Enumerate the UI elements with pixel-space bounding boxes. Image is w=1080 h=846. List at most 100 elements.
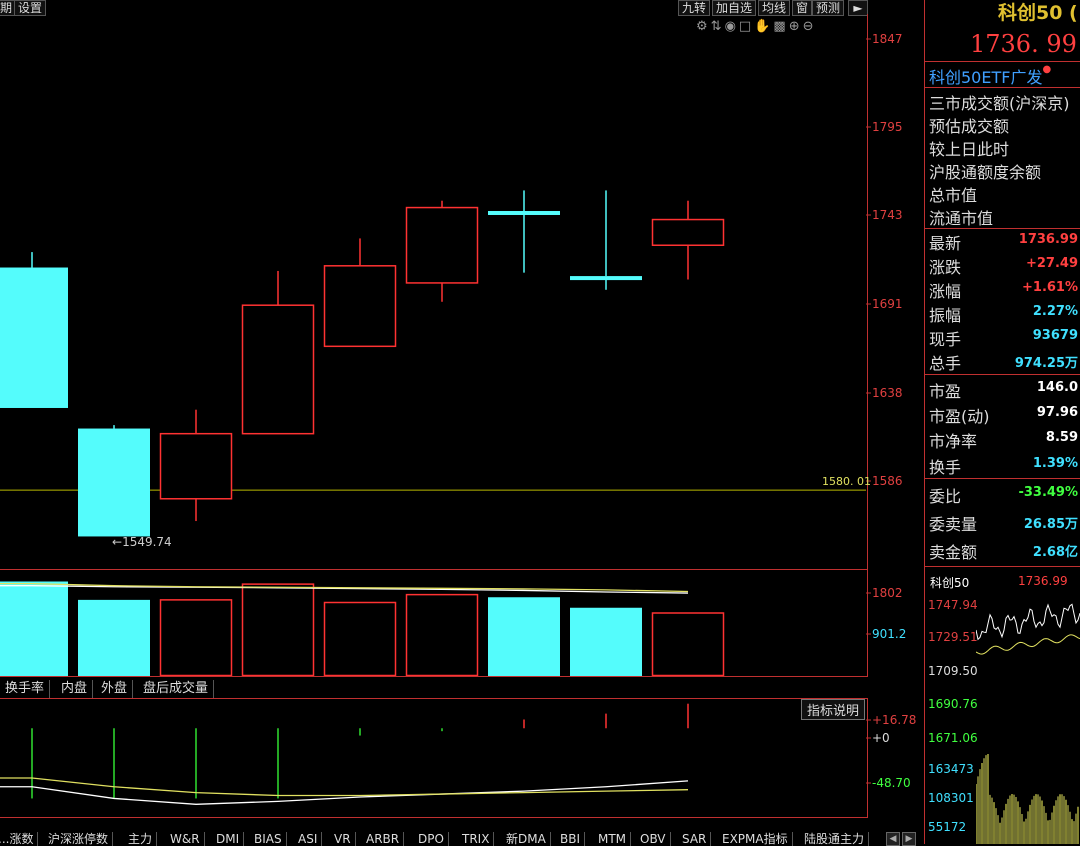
quote-label-total-hand: 总手 — [929, 354, 962, 373]
quote-value-change: +27.49 — [1025, 256, 1078, 271]
low-marker-label: ←1549.74 — [112, 535, 172, 549]
info-vs-yesterday: 较上日此时 — [929, 140, 1010, 159]
info-total-mcap: 总市值 — [929, 186, 978, 205]
candle-body — [241, 304, 315, 435]
mini-tick-1: 1747.94 — [928, 598, 978, 612]
info-estimated-turnover: 预估成交额 — [929, 117, 1010, 136]
val-value-pb: 8.59 — [1045, 430, 1078, 445]
val-label-pe: 市盈 — [929, 382, 962, 401]
quote-value-current-hand: 93679 — [1032, 328, 1078, 343]
quote-divider — [925, 374, 1080, 375]
y-tick-1638: 1638 — [872, 386, 903, 400]
y-tick-1586: 1586 — [872, 474, 903, 488]
y-tick-1743: 1743 — [872, 208, 903, 222]
ind-tick-high: +16.78 — [872, 713, 917, 727]
mini-avg-line — [976, 634, 1080, 655]
intraday-mini-chart[interactable] — [976, 590, 1080, 844]
order-divider — [925, 566, 1080, 567]
info-float-mcap: 流通市值 — [929, 209, 994, 228]
mini-tick-3: 1709.50 — [928, 664, 978, 678]
ind-tick-zero: +0 — [872, 731, 890, 745]
tab-inner-disk[interactable]: 内盘 — [56, 680, 94, 698]
volume-chart[interactable] — [0, 571, 866, 676]
quote-label-amplitude: 振幅 — [929, 306, 962, 325]
candle — [159, 409, 233, 522]
indicator-line-white — [0, 780, 689, 805]
candle-body — [488, 210, 560, 215]
val-label-pe-dyn: 市盈(动) — [929, 407, 990, 426]
indicator-chart[interactable] — [0, 699, 866, 816]
val-value-turnover: 1.39% — [1032, 456, 1078, 471]
info-quota-balance: 沪股通额度余额 — [929, 163, 1042, 182]
y-tick-1795: 1795 — [872, 120, 903, 134]
info-market-turnover: 三市成交额(沪深京) — [929, 94, 1070, 113]
order-value-sell-amount: 2.68亿 — [1032, 545, 1078, 560]
quote-value-latest: 1736.99 — [1018, 232, 1078, 247]
index-price: 1736. 99 — [970, 30, 1077, 58]
candle-body — [405, 206, 479, 284]
quote-label-latest: 最新 — [929, 234, 962, 253]
order-label-ratio: 委比 — [929, 487, 962, 506]
candle-body — [570, 276, 642, 281]
volume-bar — [651, 612, 725, 676]
candle — [0, 252, 68, 408]
quote-label-current-hand: 现手 — [929, 330, 962, 349]
tab-turnover[interactable]: 换手率 — [0, 680, 51, 698]
valuation-divider — [925, 478, 1080, 479]
mini-tick-2: 1729.51 — [928, 630, 978, 644]
vol-tick-901: 901.2 — [872, 627, 907, 641]
volume-bar — [488, 597, 560, 676]
info-divider — [925, 228, 1080, 229]
y-tick-1691: 1691 — [872, 297, 903, 311]
volume-bar — [78, 599, 150, 676]
ind-tick-low: -48.70 — [872, 776, 911, 790]
vol-tick-1802: 1802 — [872, 586, 903, 600]
val-value-pe: 146.0 — [1036, 380, 1078, 395]
candle — [323, 238, 397, 348]
tab-after-hours-volume[interactable]: 盘后成交量 — [138, 680, 215, 698]
etf-label[interactable]: 科创50ETF广发● — [929, 64, 1051, 88]
tab-outer-disk[interactable]: 外盘 — [96, 680, 134, 698]
candle — [488, 190, 560, 273]
candle — [241, 270, 315, 435]
volume-bar — [0, 581, 68, 676]
order-value-sell-volume: 26.85万 — [1023, 517, 1078, 532]
quote-label-pct: 涨幅 — [929, 282, 962, 301]
order-label-sell-amount: 卖金额 — [929, 543, 978, 562]
quote-value-pct: +1.61% — [1022, 280, 1078, 295]
order-value-ratio: -33.49% — [1018, 485, 1078, 500]
quote-value-total-hand: 974.25万 — [1014, 356, 1078, 371]
volume-bar — [159, 599, 233, 676]
val-label-pb: 市净率 — [929, 432, 978, 451]
mini-price: 1736.99 — [1018, 574, 1068, 588]
quote-label-change: 涨跌 — [929, 258, 962, 277]
volume-bar — [323, 601, 397, 676]
mini-tick-4: 1690.76 — [928, 697, 978, 711]
y-tick-1847: 1847 — [872, 32, 903, 46]
mini-tick-5: 1671.06 — [928, 731, 978, 745]
index-title: 科创50 ( — [998, 2, 1078, 24]
volume-ma-yellow — [0, 582, 689, 593]
candlestick-chart[interactable] — [0, 14, 866, 569]
candle-body — [323, 265, 397, 348]
ref-line-label: 1580. 01 — [822, 475, 871, 488]
volume-bar — [570, 607, 642, 676]
candle-body — [159, 432, 233, 500]
mini-name: 科创50 — [930, 576, 970, 590]
candle-body — [0, 267, 68, 408]
val-label-turnover: 换手 — [929, 458, 962, 477]
candle-body — [78, 428, 150, 537]
mini-tick-8: 55172 — [928, 820, 967, 834]
candle — [651, 200, 725, 280]
candle — [78, 425, 150, 537]
candle — [405, 200, 479, 302]
mini-tick-7: 108301 — [928, 791, 974, 805]
order-label-sell-volume: 委卖量 — [929, 515, 978, 534]
right-axis-border — [924, 0, 925, 844]
candle-body — [651, 218, 725, 247]
candle — [570, 190, 642, 290]
header-divider — [925, 61, 1080, 62]
quote-value-amplitude: 2.27% — [1032, 304, 1078, 319]
val-value-pe-dyn: 97.96 — [1036, 405, 1078, 420]
volume-bar — [405, 593, 479, 676]
